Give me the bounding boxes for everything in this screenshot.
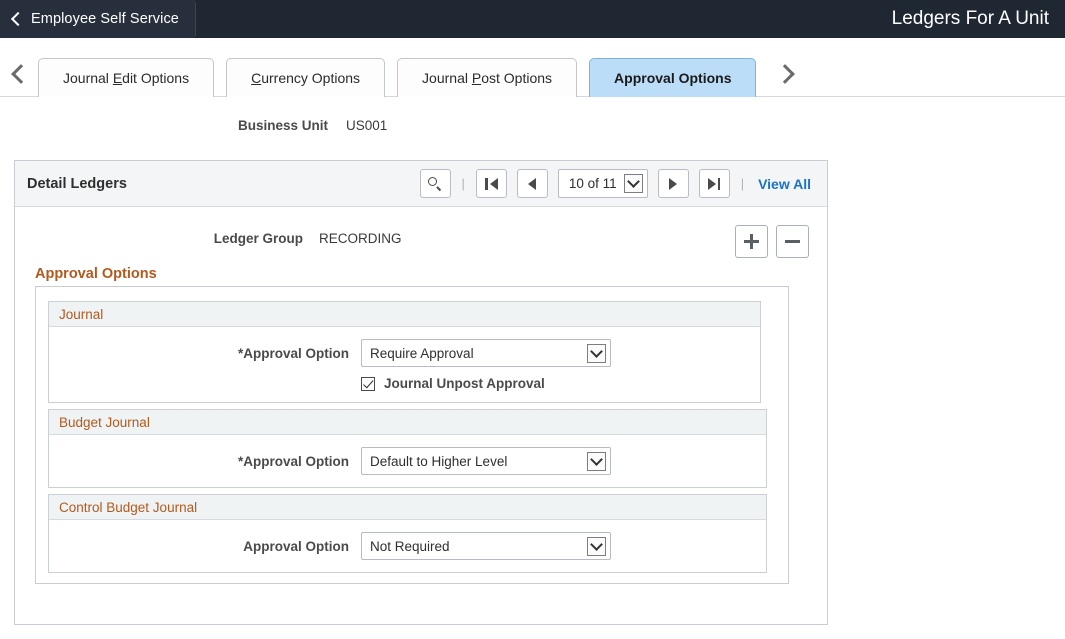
search-icon: [428, 176, 442, 191]
business-unit-value: US001: [346, 118, 388, 133]
journal-group-body: *Approval Option Require Approval Journa…: [49, 327, 760, 402]
journal-approval-option-label: *Approval Option: [238, 345, 349, 361]
ledger-group-row: Ledger Group RECORDING: [15, 207, 827, 252]
control-budget-journal-approval-option-select[interactable]: Not Required: [361, 532, 611, 560]
control-budget-journal-approval-option-row: Approval Option Not Required: [49, 529, 766, 563]
tab-label: Journal Post Options: [422, 70, 553, 86]
chevron-down-icon: [587, 343, 606, 363]
ledger-group-label: Ledger Group: [213, 231, 303, 246]
page-title: Ledgers For A Unit: [891, 8, 1049, 29]
journal-group: Journal *Approval Option Require Approva…: [48, 301, 761, 403]
budget-journal-group-body: *Approval Option Default to Higher Level: [49, 435, 766, 487]
tabs-scroll-right-button[interactable]: [768, 52, 806, 96]
tab-label: Approval Options: [614, 70, 732, 86]
tab-currency-options[interactable]: Currency Options: [226, 58, 386, 97]
grid-title: Detail Ledgers: [27, 175, 127, 192]
control-budget-journal-approval-option-value: Not Required: [370, 538, 450, 554]
minus-icon: [785, 239, 800, 244]
row-action-buttons: [735, 225, 809, 258]
last-page-icon: [707, 177, 721, 190]
chevron-down-icon: [587, 451, 606, 471]
detail-ledgers-panel: Detail Ledgers | 10 of 11 | View All Led…: [14, 160, 828, 625]
journal-unpost-approval-checkbox[interactable]: [361, 376, 375, 391]
grid-navigation: | 10 of 11 | View All: [415, 169, 822, 198]
control-budget-journal-group-header: Control Budget Journal: [49, 495, 766, 520]
grid-header: Detail Ledgers | 10 of 11 | View All: [15, 161, 827, 207]
budget-journal-approval-option-row: *Approval Option Default to Higher Level: [49, 444, 766, 478]
budget-journal-approval-option-select[interactable]: Default to Higher Level: [361, 447, 611, 475]
approval-options-container: Journal *Approval Option Require Approva…: [35, 286, 789, 584]
back-button[interactable]: Employee Self Service: [0, 0, 196, 38]
chevron-down-icon: [623, 174, 643, 193]
chevron-left-icon: [10, 13, 22, 25]
budget-journal-approval-option-value: Default to Higher Level: [370, 453, 508, 469]
tabs-scroll-left-button[interactable]: [0, 52, 38, 96]
budget-journal-group-title: Budget Journal: [59, 414, 150, 430]
budget-journal-group-header: Budget Journal: [49, 410, 766, 435]
journal-approval-option-select[interactable]: Require Approval: [361, 339, 611, 367]
control-budget-journal-group-title: Control Budget Journal: [59, 499, 198, 515]
journal-unpost-approval-row: Journal Unpost Approval: [49, 370, 760, 393]
delete-row-button[interactable]: [776, 225, 809, 258]
previous-page-button[interactable]: [516, 169, 548, 198]
page-range-select[interactable]: 10 of 11: [557, 169, 648, 198]
tab-journal-post-options[interactable]: Journal Post Options: [397, 58, 578, 97]
chevron-down-icon: [587, 536, 606, 556]
next-page-icon: [669, 177, 678, 190]
first-page-button[interactable]: [475, 169, 507, 198]
ledger-group-value: RECORDING: [319, 231, 402, 246]
first-page-icon: [485, 177, 498, 190]
journal-unpost-approval-label: Journal Unpost Approval: [384, 376, 545, 391]
control-budget-journal-group-body: Approval Option Not Required: [49, 520, 766, 572]
chevron-right-icon: [775, 64, 796, 84]
business-unit-row: Business Unit US001: [0, 118, 1065, 133]
tab-label: Currency Options: [251, 70, 361, 86]
app-header: Employee Self Service Ledgers For A Unit: [0, 0, 1065, 38]
last-page-button[interactable]: [698, 169, 730, 198]
approval-options-section-title: Approval Options: [35, 266, 157, 282]
page-range-value: 10 of 11: [568, 176, 617, 191]
business-unit-label: Business Unit: [237, 118, 328, 133]
journal-group-title: Journal: [59, 306, 104, 322]
grid-search-button[interactable]: [419, 169, 451, 198]
next-page-button[interactable]: [657, 169, 689, 198]
back-button-label: Employee Self Service: [31, 11, 179, 27]
chevron-left-icon: [11, 64, 31, 84]
journal-approval-option-row: *Approval Option Require Approval: [49, 336, 760, 370]
view-all-link[interactable]: View All: [758, 176, 811, 192]
budget-journal-group: Budget Journal *Approval Option Default …: [48, 409, 767, 488]
journal-group-header: Journal: [49, 302, 760, 327]
tab-approval-options[interactable]: Approval Options: [589, 58, 757, 97]
grid-body: Ledger Group RECORDING Approval Options …: [15, 207, 827, 584]
journal-approval-option-value: Require Approval: [370, 345, 474, 361]
nav-separator: |: [461, 176, 465, 191]
add-row-button[interactable]: [735, 225, 768, 258]
nav-separator: |: [740, 176, 745, 191]
previous-page-icon: [528, 177, 537, 190]
tab-label: Journal Edit Options: [63, 70, 190, 86]
control-budget-journal-approval-option-label: Approval Option: [243, 538, 349, 554]
budget-journal-approval-option-label: *Approval Option: [238, 453, 349, 469]
tab-journal-edit-options[interactable]: Journal Edit Options: [38, 58, 215, 97]
control-budget-journal-group: Control Budget Journal Approval Option N…: [48, 494, 767, 573]
tab-bar: Journal Edit Options Currency Options Jo…: [0, 38, 1065, 97]
plus-icon: [744, 234, 759, 249]
